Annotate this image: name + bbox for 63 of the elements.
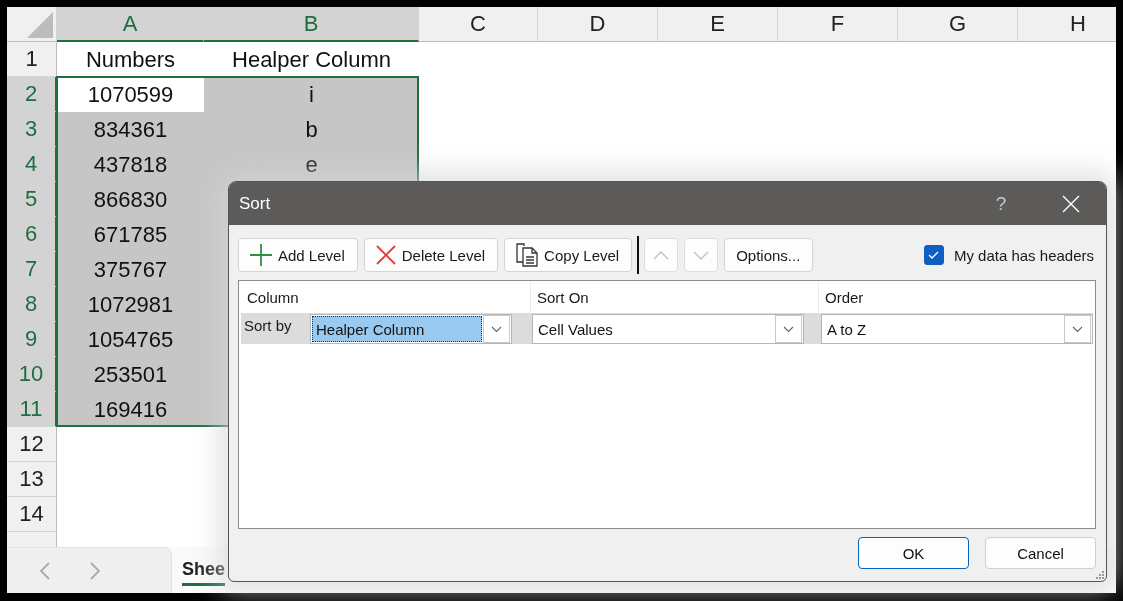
spreadsheet-cell[interactable]: 1054765: [57, 322, 204, 357]
row-header[interactable]: 12: [7, 427, 57, 462]
triangle-icon[interactable]: [27, 12, 53, 38]
spreadsheet-cell[interactable]: 169416: [57, 392, 204, 427]
column-header[interactable]: H: [1018, 7, 1116, 42]
dropdown[interactable]: Cell Values: [532, 314, 804, 344]
row-header[interactable]: 8: [7, 287, 57, 322]
row-header[interactable]: 2: [7, 77, 57, 112]
spreadsheet-cell[interactable]: e: [204, 147, 419, 182]
row-header[interactable]: 1: [7, 42, 57, 77]
sort-level-row[interactable]: Sort by Healper Column Cell Values A to Z: [241, 313, 1093, 344]
column-header[interactable]: C: [419, 7, 538, 42]
column-header[interactable]: G: [898, 7, 1018, 42]
spreadsheet-cell[interactable]: b: [204, 112, 419, 147]
checkbox-label[interactable]: My data has headers: [953, 246, 1094, 264]
level-label: Sort by: [243, 316, 293, 334]
copy-icon[interactable]: [516, 243, 539, 267]
plus-icon[interactable]: [250, 243, 272, 267]
dialog-title: Sort: [239, 193, 271, 214]
spreadsheet-cell[interactable]: 1070599: [57, 77, 204, 112]
spreadsheet-cell[interactable]: 437818: [57, 147, 204, 182]
row-header[interactable]: 10: [7, 357, 57, 392]
spreadsheet-cell[interactable]: 253501: [57, 357, 204, 392]
row-header[interactable]: 13: [7, 462, 57, 497]
column-header[interactable]: A: [57, 7, 204, 42]
help-button[interactable]: ?: [981, 182, 1021, 225]
column-header[interactable]: E: [658, 7, 778, 42]
add-level-button[interactable]: Add Level: [238, 238, 358, 272]
row-header[interactable]: 5: [7, 182, 57, 217]
resize-grip-icon[interactable]: [1095, 570, 1104, 579]
chevron-right-icon[interactable]: [90, 561, 100, 580]
cross-icon[interactable]: [375, 245, 396, 265]
column-header[interactable]: F: [778, 7, 898, 42]
close-icon[interactable]: [1062, 194, 1080, 213]
options-button[interactable]: Options...: [724, 238, 814, 272]
spreadsheet-cell[interactable]: 1072981: [57, 287, 204, 322]
spreadsheet-cell[interactable]: Numbers: [57, 42, 204, 77]
spreadsheet-cell[interactable]: 834361: [57, 112, 204, 147]
row-header[interactable]: 14: [7, 497, 57, 532]
spreadsheet-cell[interactable]: i: [204, 77, 419, 112]
row-header[interactable]: 4: [7, 147, 57, 182]
row-header[interactable]: 3: [7, 112, 57, 147]
row-header[interactable]: 6: [7, 217, 57, 252]
copy-level-button[interactable]: Copy Level: [504, 238, 633, 272]
column-heading: Order: [824, 288, 865, 308]
column-header[interactable]: B: [204, 7, 419, 42]
spreadsheet-cell[interactable]: Healper Column: [204, 42, 419, 77]
spreadsheet-cell[interactable]: 866830: [57, 182, 204, 217]
row-header[interactable]: 7: [7, 252, 57, 287]
select-all-button[interactable]: [7, 7, 57, 42]
row-header[interactable]: 11: [7, 392, 57, 427]
spreadsheet-cell[interactable]: 375767: [57, 252, 204, 287]
delete-level-button[interactable]: Delete Level: [363, 238, 499, 272]
check-icon[interactable]: [928, 251, 940, 259]
row-header[interactable]: 9: [7, 322, 57, 357]
dropdown[interactable]: A to Z: [821, 314, 1093, 344]
spreadsheet-cell[interactable]: 671785: [57, 217, 204, 252]
chevron-left-icon[interactable]: [40, 561, 50, 580]
dropdown[interactable]: Healper Column: [310, 314, 512, 344]
dialog-button[interactable]: Cancel: [985, 537, 1096, 569]
checkbox[interactable]: [923, 245, 944, 265]
column-header[interactable]: D: [538, 7, 658, 42]
dialog-button[interactable]: OK: [858, 537, 969, 569]
